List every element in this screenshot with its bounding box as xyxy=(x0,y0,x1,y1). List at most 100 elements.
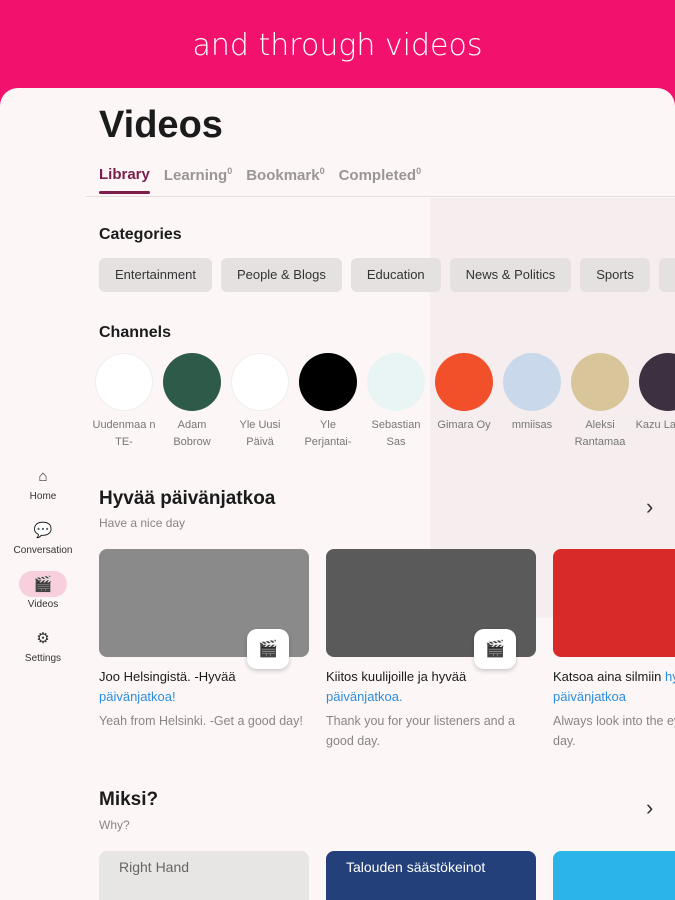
channel-name: Uudenmaa n TE- xyxy=(92,419,156,448)
nav-label: Home xyxy=(29,491,57,502)
nav-label: Videos xyxy=(27,599,59,610)
channel-item[interactable]: Uudenmaa n TE- xyxy=(90,353,158,451)
title-text: Joo Helsingistä. -Hyvää xyxy=(99,669,236,684)
video-clapper-icon: 🎬 xyxy=(247,629,289,669)
channel-avatar xyxy=(231,353,289,411)
channel-name: Gimara Oy xyxy=(437,419,491,431)
page-title: Videos xyxy=(99,104,223,146)
video-thumbnail[interactable] xyxy=(553,851,675,900)
channel-name: mmiisas xyxy=(511,419,553,431)
tab-library[interactable]: Library xyxy=(99,166,150,194)
nav-label: Settings xyxy=(24,653,62,664)
conversation-icon: 💬 xyxy=(33,522,53,539)
tab-label: Bookmark xyxy=(246,167,320,184)
tab-count: 0 xyxy=(319,166,325,176)
category-chip[interactable]: Education xyxy=(350,258,441,292)
video-thumbnail[interactable]: 🎬 xyxy=(99,549,309,669)
video-description: Yeah from Helsinki. -Get a good day! xyxy=(99,714,303,728)
video-description: Always look into the eyes and a good day… xyxy=(553,714,675,748)
category-chip[interactable]: Entertainment xyxy=(99,258,212,292)
section-title: Hyvää päivänjatkoa xyxy=(99,488,276,509)
channels-heading: Channels xyxy=(99,324,172,341)
video-card[interactable]: Talouden säästökeinot xyxy=(326,851,536,900)
channel-avatar xyxy=(163,353,221,411)
channel-item[interactable]: Gimara Oy xyxy=(430,353,498,451)
tab-completed[interactable]: Completed0 xyxy=(339,166,422,194)
home-icon: ⌂ xyxy=(38,467,48,485)
video-cards: Right Hand Talouden säästökeinot xyxy=(99,851,675,900)
tab-learning[interactable]: Learning0 xyxy=(164,166,232,194)
video-title: Joo Helsingistä. -Hyvää päivänjatkoa! xyxy=(99,667,309,707)
video-thumbnail[interactable]: 🎬 xyxy=(326,549,536,669)
section-subtitle: Have a nice day xyxy=(99,516,186,530)
channel-name: Sebastian Sas xyxy=(371,419,421,448)
channel-name: Aleksi Rantamaa xyxy=(574,419,626,448)
category-chip[interactable]: Gaming xyxy=(658,258,675,292)
channel-item[interactable]: Aleksi Rantamaa xyxy=(566,353,634,451)
title-highlight: päivänjatkoa xyxy=(326,689,399,704)
title-punct: . xyxy=(399,689,403,704)
categories-heading: Categories xyxy=(99,226,182,243)
channel-name: Adam Bobrow xyxy=(173,419,211,448)
tabs-divider xyxy=(86,196,675,197)
channel-avatar xyxy=(503,353,561,411)
channel-item[interactable]: Yle Perjantai- xyxy=(294,353,362,451)
channel-avatar xyxy=(571,353,629,411)
channel-name: Kazu Langua xyxy=(635,419,675,431)
channel-item[interactable]: Adam Bobrow xyxy=(158,353,226,451)
channel-item[interactable]: Kazu Langua xyxy=(634,353,675,451)
category-chip[interactable]: Sports xyxy=(580,258,650,292)
thumbnail-text: Right Hand xyxy=(119,859,190,875)
title-text: Katsoa aina silmiin xyxy=(553,669,662,684)
main-panel: Videos Library Learning0 Bookmark0 Compl… xyxy=(0,88,675,900)
side-nav: ⌂ Home 💬 Conversation 🎬 Videos ⚙ Settings xyxy=(0,463,86,679)
video-card[interactable]: 🎬 Katsoa aina silmiin hyvää päivänjatkoa A… xyxy=(553,549,675,751)
video-card[interactable]: 🎬 Joo Helsingistä. -Hyvää päivänjatkoa! Ye… xyxy=(99,549,309,751)
channel-avatar xyxy=(367,353,425,411)
nav-item-videos[interactable]: 🎬 Videos xyxy=(0,571,86,625)
videos-icon: 🎬 xyxy=(19,571,67,597)
category-chip[interactable]: News & Politics xyxy=(449,258,572,292)
channel-name: Yle Perjantai- xyxy=(304,419,352,448)
channel-item[interactable]: Sebastian Sas xyxy=(362,353,430,451)
channel-avatar xyxy=(299,353,357,411)
chevron-right-icon[interactable]: › xyxy=(646,795,653,821)
video-thumbnail[interactable]: 🎬 xyxy=(553,549,675,657)
video-card[interactable] xyxy=(553,851,675,900)
tab-label: Completed xyxy=(338,167,417,184)
video-title: Kiitos kuulijoille ja hyvää päivänjatkoa… xyxy=(326,667,536,707)
nav-item-conversation[interactable]: 💬 Conversation xyxy=(0,517,86,571)
tabs: Library Learning0 Bookmark0 Completed0 xyxy=(99,166,421,194)
category-chips: Entertainment People & Blogs Education News… xyxy=(99,258,675,292)
tab-bookmark[interactable]: Bookmark0 xyxy=(246,166,324,194)
banner-text: and through videos xyxy=(192,28,483,63)
channel-avatar xyxy=(639,353,675,411)
chevron-right-icon[interactable]: › xyxy=(646,494,653,520)
tab-label: Library xyxy=(99,166,150,183)
title-highlight: päivänjatkoa xyxy=(99,689,172,704)
nav-item-home[interactable]: ⌂ Home xyxy=(0,463,86,517)
section-title: Miksi? xyxy=(99,789,159,810)
tab-count: 0 xyxy=(227,166,233,176)
channel-name: Yle Uusi Päivä xyxy=(239,419,281,448)
video-title: Katsoa aina silmiin hyvää päivänjatkoa xyxy=(553,667,675,707)
tab-count: 0 xyxy=(416,166,422,176)
section-subtitle: Why? xyxy=(99,818,130,832)
channel-avatar xyxy=(95,353,153,411)
nav-label: Conversation xyxy=(13,545,73,556)
video-card[interactable]: Right Hand xyxy=(99,851,309,900)
video-thumbnail[interactable]: Talouden säästökeinot xyxy=(326,851,536,900)
video-card[interactable]: 🎬 Kiitos kuulijoille ja hyvää päivänjatko… xyxy=(326,549,536,751)
video-cards: 🎬 Joo Helsingistä. -Hyvää päivänjatkoa! Ye… xyxy=(99,549,675,751)
video-clapper-icon: 🎬 xyxy=(474,629,516,669)
channel-item[interactable]: mmiisas xyxy=(498,353,566,451)
tab-label: Learning xyxy=(163,167,228,184)
video-description: Thank you for your listeners and a good … xyxy=(326,714,515,748)
channel-item[interactable]: Yle Uusi Päivä xyxy=(226,353,294,451)
nav-item-settings[interactable]: ⚙ Settings xyxy=(0,625,86,679)
settings-icon: ⚙ xyxy=(36,630,50,647)
video-thumbnail[interactable]: Right Hand xyxy=(99,851,309,900)
title-text: Kiitos kuulijoille ja hyvää xyxy=(326,669,467,684)
category-chip[interactable]: People & Blogs xyxy=(220,258,342,292)
channel-avatar xyxy=(435,353,493,411)
